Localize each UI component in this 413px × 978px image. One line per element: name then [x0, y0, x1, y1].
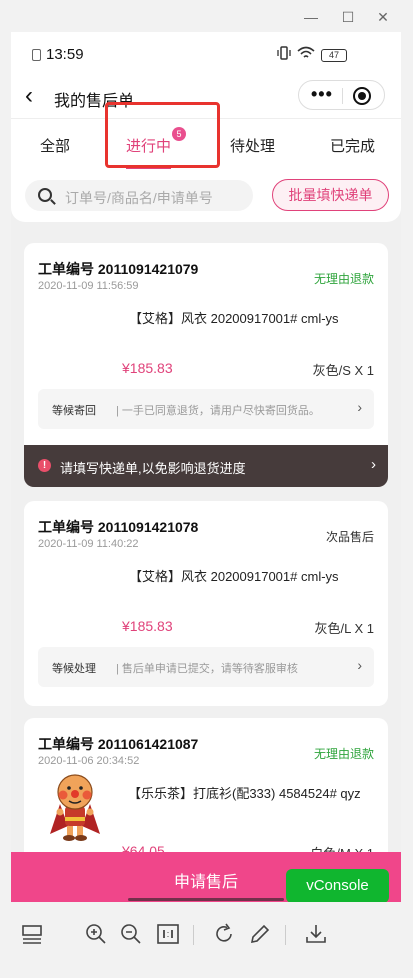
work-order-number: 工单编号 2011061421087 [38, 736, 199, 752]
tab-completed[interactable]: 已完成 [330, 135, 375, 156]
rotate-icon[interactable] [212, 922, 238, 948]
phone-screen: 13:59 47 ‹ 我的售后单 ••• 全部 进行中 5 待处理 已完成 订单… [11, 32, 401, 902]
wifi-icon [297, 46, 315, 63]
download-icon[interactable] [304, 922, 330, 948]
close-window-button[interactable]: ✕ [372, 6, 394, 28]
progress-description: | 售后单申请已提交，请等待客服审核 [116, 663, 298, 675]
progress-description: | 一手已同意退货，请用户尽快寄回货品。 [116, 405, 320, 417]
batch-fill-tracking-button[interactable]: 批量填快递单 [272, 179, 389, 211]
order-date: 2020-11-09 11:40:22 [38, 538, 139, 550]
bottom-toolbar [0, 902, 413, 978]
search-placeholder: 订单号/商品名/申请单号 [65, 190, 213, 206]
warning-text: 请填写快递单,以免影响退货进度 [60, 461, 246, 476]
zoom-in-icon[interactable] [84, 922, 110, 948]
toolbar-divider [285, 925, 286, 945]
list-item[interactable]: 工单编号 2011091421078 2020-11-09 11:40:22 次… [24, 501, 388, 706]
product-price: ¥185.83 [122, 618, 173, 634]
progress-label: 等候寄回 [52, 405, 96, 417]
vconsole-button[interactable]: vConsole [286, 869, 389, 903]
tab-all[interactable]: 全部 [40, 135, 70, 156]
tab-pending[interactable]: 待处理 [230, 135, 275, 156]
window-titlebar: — ☐ ✕ [0, 0, 413, 32]
header-panel: 13:59 47 ‹ 我的售后单 ••• 全部 进行中 5 待处理 已完成 订单… [11, 32, 401, 222]
progress-description-text: 售后单申请已提交，请等待客服审核 [121, 663, 298, 675]
miniapp-capsule: ••• [298, 80, 385, 110]
status-badge: 无理由退款 [313, 747, 374, 761]
product-thumbnail [46, 770, 104, 844]
more-options-button[interactable]: ••• [311, 84, 333, 105]
order-date: 2020-11-06 20:34:52 [38, 755, 140, 767]
toolbar-divider [193, 925, 194, 945]
edit-pencil-icon[interactable] [248, 922, 274, 948]
alert-icon: ! [38, 459, 51, 472]
chevron-right-icon: › [371, 456, 376, 473]
status-badge: 次品售后 [325, 530, 374, 544]
list-item[interactable]: 工单编号 2011091421079 2020-11-09 11:56:59 无… [24, 243, 388, 445]
home-indicator [128, 898, 284, 901]
progress-row[interactable]: 等候寄回 | 一手已同意退货，请用户尽快寄回货品。 › [38, 389, 374, 429]
tracking-warning-bar[interactable]: ! 请填写快递单,以免影响退货进度 › [24, 445, 388, 487]
product-name: 【乐乐茶】打底衫(配333) 4584524# qyz [128, 786, 361, 801]
search-icon [38, 188, 52, 202]
search-input[interactable]: 订单号/商品名/申请单号 [25, 180, 253, 211]
product-name: 【艾格】风衣 20200917001# cml-ys [129, 311, 339, 326]
capsule-divider [342, 88, 343, 104]
product-price: ¥185.83 [122, 360, 173, 376]
status-time: 13:59 [46, 46, 84, 63]
status-bar: 13:59 47 [11, 32, 401, 80]
progress-row[interactable]: 等候处理 | 售后单申请已提交，请等待客服审核 › [38, 647, 374, 687]
progress-description-text: 一手已同意退货，请用户尽快寄回货品。 [121, 405, 320, 417]
zoom-out-icon[interactable] [119, 922, 145, 948]
minimize-button[interactable]: — [300, 6, 322, 28]
product-spec: 灰色/L X 1 [314, 621, 374, 636]
vibrate-icon [276, 46, 292, 63]
product-spec: 灰色/S X 1 [312, 363, 374, 378]
maximize-button[interactable]: ☐ [337, 6, 359, 28]
progress-label: 等候处理 [52, 663, 96, 675]
sim-icon [32, 49, 41, 61]
actual-size-icon[interactable] [156, 922, 182, 948]
chevron-right-icon: › [357, 657, 362, 673]
battery-icon: 47 [321, 49, 347, 62]
product-name: 【艾格】风衣 20200917001# cml-ys [129, 569, 339, 584]
order-date: 2020-11-09 11:56:59 [38, 280, 139, 292]
work-order-number: 工单编号 2011091421078 [38, 519, 199, 535]
highlight-annotation-box [105, 102, 220, 168]
chevron-right-icon: › [357, 399, 362, 415]
layout-icon[interactable] [20, 922, 46, 948]
work-order-number: 工单编号 2011091421079 [38, 261, 199, 277]
status-badge: 无理由退款 [313, 272, 374, 286]
back-button[interactable]: ‹ [25, 84, 33, 108]
close-miniapp-button[interactable] [353, 87, 371, 105]
